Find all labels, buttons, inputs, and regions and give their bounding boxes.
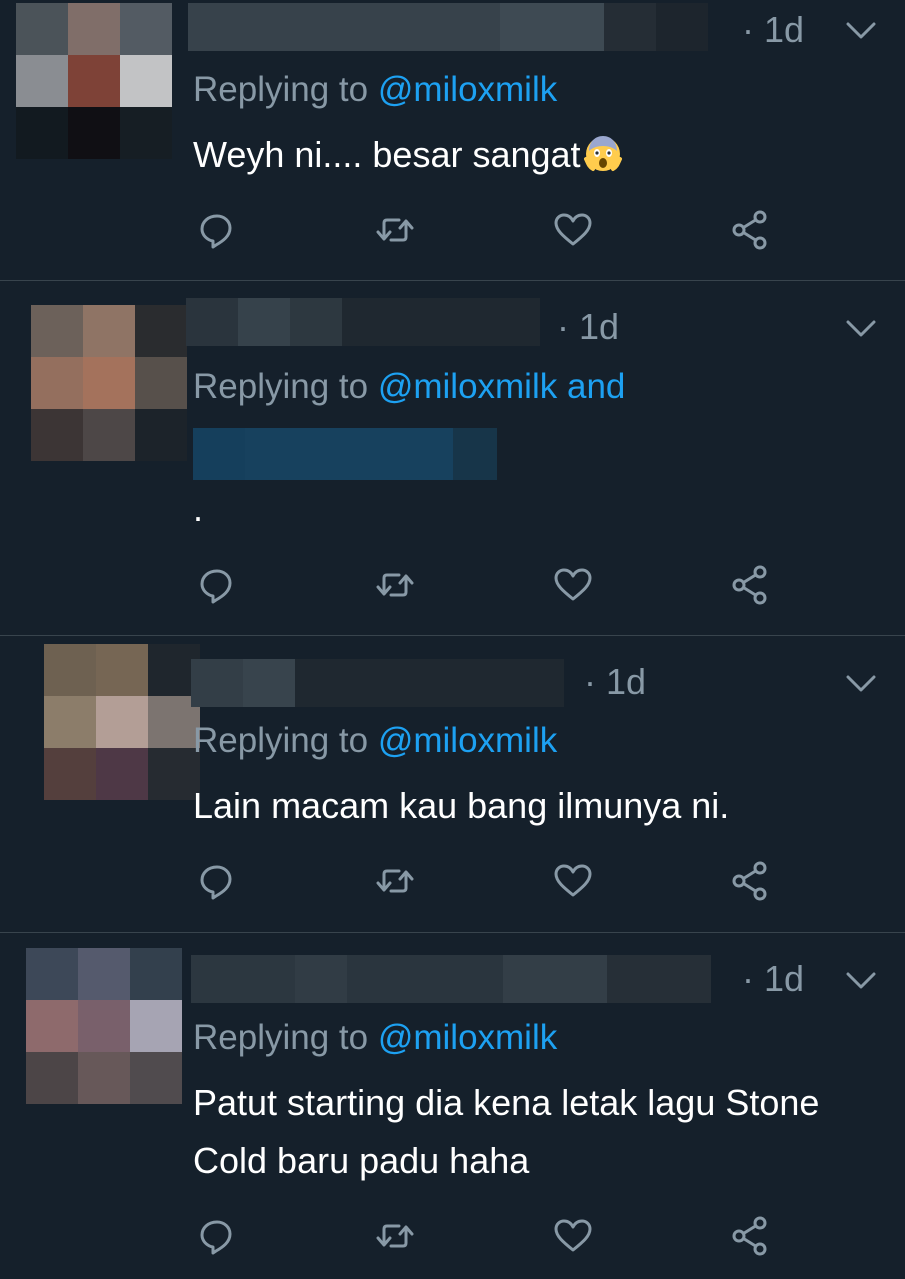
tweet-actions: [195, 859, 785, 903]
tweet-text-line-2: Cold baru padu haha: [193, 1140, 530, 1181]
chevron-down-icon[interactable]: [846, 21, 876, 41]
face-screaming-in-fear-icon: [583, 132, 623, 172]
share-icon[interactable]: [729, 563, 773, 607]
blurred-display-name: [188, 3, 708, 51]
handle-link[interactable]: @miloxmilk: [378, 70, 557, 109]
avatar[interactable]: [16, 3, 172, 159]
tweet-actions: [195, 208, 785, 252]
tweet-time: · 1d: [584, 661, 647, 702]
reply-icon[interactable]: [195, 563, 239, 607]
blurred-display-name: [186, 298, 540, 346]
replying-to: Replying to @miloxmilk: [193, 720, 557, 762]
tweet-4[interactable]: · 1d Replying to @miloxmilk Patut starti…: [0, 933, 905, 1279]
avatar[interactable]: [31, 305, 187, 461]
blurred-display-name: [191, 659, 564, 707]
replying-to: Replying to @miloxmilk: [193, 1017, 557, 1059]
handle-link[interactable]: @miloxmilk: [378, 367, 557, 406]
reply-icon[interactable]: [195, 208, 239, 252]
tweet-time: · 1d: [557, 306, 620, 347]
tweet-text-content: Weyh ni.... besar sangat: [193, 134, 581, 175]
handle-link[interactable]: @miloxmilk: [378, 1018, 557, 1057]
reply-icon[interactable]: [195, 859, 239, 903]
handle-link[interactable]: @miloxmilk: [378, 721, 557, 760]
tweet-text: Lain macam kau bang ilmunya ni.: [193, 785, 730, 826]
replying-prefix: Replying to: [193, 70, 378, 109]
heart-icon[interactable]: [551, 859, 595, 903]
heart-icon[interactable]: [551, 1214, 595, 1258]
replying-to: Replying to @miloxmilk and: [193, 366, 625, 408]
tweet-actions: [195, 563, 785, 607]
tweet-3[interactable]: · 1d Replying to @miloxmilk Lain macam k…: [0, 636, 905, 933]
chevron-down-icon[interactable]: [846, 674, 876, 694]
share-icon[interactable]: [729, 208, 773, 252]
tweet-text-line-1: Patut starting dia kena letak lagu Stone: [193, 1082, 820, 1123]
heart-icon[interactable]: [551, 208, 595, 252]
retweet-icon[interactable]: [373, 563, 417, 607]
tweet-time: · 1d: [742, 9, 805, 50]
replying-prefix: Replying to: [193, 721, 378, 760]
replying-prefix: Replying to: [193, 367, 378, 406]
replying-to: Replying to @miloxmilk: [193, 69, 557, 111]
tweet-time: · 1d: [742, 958, 805, 999]
share-icon[interactable]: [729, 1214, 773, 1258]
share-icon[interactable]: [729, 859, 773, 903]
avatar[interactable]: [44, 644, 200, 800]
tweet-1[interactable]: · 1d Replying to @miloxmilk Weyh ni.... …: [0, 0, 905, 281]
tweet-actions: [195, 1214, 785, 1258]
blurred-display-name: [191, 955, 711, 1003]
tweet-text: Patut starting dia kena letak lagu Stone…: [193, 1074, 873, 1190]
replying-prefix: Replying to: [193, 1018, 378, 1057]
handle-suffix: and: [557, 367, 626, 406]
blurred-mentioned-users[interactable]: [193, 428, 497, 480]
tweet-text: Weyh ni.... besar sangat: [193, 126, 873, 184]
retweet-icon[interactable]: [373, 1214, 417, 1258]
chevron-down-icon[interactable]: [846, 971, 876, 991]
tweet-text: .: [193, 488, 204, 529]
reply-icon[interactable]: [195, 1214, 239, 1258]
chevron-down-icon[interactable]: [846, 319, 876, 339]
heart-icon[interactable]: [551, 563, 595, 607]
retweet-icon[interactable]: [373, 859, 417, 903]
avatar[interactable]: [26, 948, 182, 1104]
tweet-2[interactable]: · 1d Replying to @miloxmilk and .: [0, 281, 905, 636]
retweet-icon[interactable]: [373, 208, 417, 252]
